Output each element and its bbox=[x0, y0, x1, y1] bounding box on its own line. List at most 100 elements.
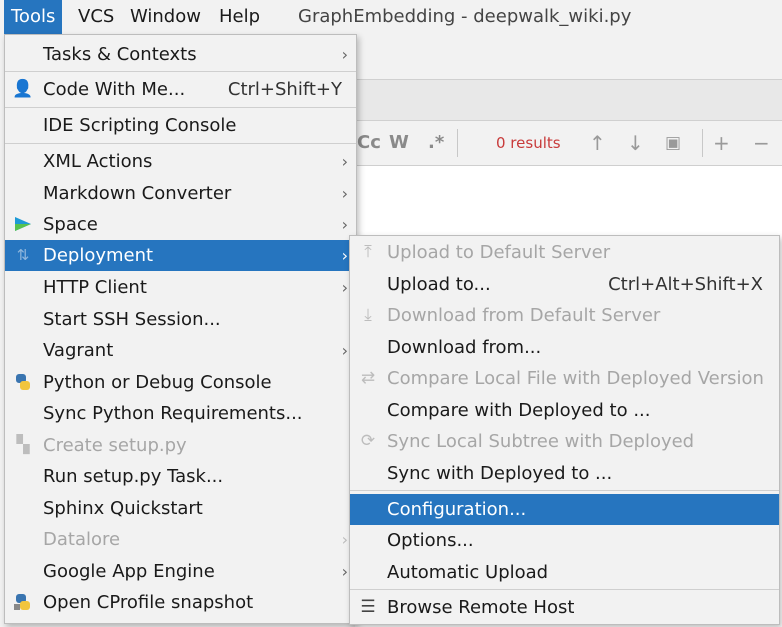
menu-item-http-client[interactable]: HTTP Client › bbox=[5, 272, 356, 303]
menu-item-sync-local-subtree: ⟳ Sync Local Subtree with Deployed bbox=[350, 426, 779, 457]
add-occurrence-icon[interactable]: + bbox=[713, 121, 730, 165]
menu-item-compare-local-file: ⇄ Compare Local File with Deployed Versi… bbox=[350, 363, 779, 394]
menu-item-label: Start SSH Session... bbox=[43, 309, 221, 330]
menu-item-label: Datalore bbox=[43, 529, 121, 550]
menu-item-label: Upload to... bbox=[387, 274, 491, 295]
menu-item-label: Code With Me... bbox=[43, 79, 186, 100]
tools-menu: Tasks & Contexts › 👤 Code With Me... Ctr… bbox=[4, 34, 357, 624]
menu-separator bbox=[5, 71, 356, 72]
menu-item-shortcut: Ctrl+Alt+Shift+X bbox=[608, 274, 763, 295]
sync-icon: ⟳ bbox=[360, 431, 376, 451]
menu-item-label: Download from... bbox=[387, 337, 542, 358]
compare-icon: ⇄ bbox=[360, 368, 376, 388]
menu-item-label: Vagrant bbox=[43, 340, 114, 361]
menu-item-space[interactable]: Space › bbox=[5, 209, 356, 240]
menu-item-upload-default-server: ⤒ Upload to Default Server bbox=[350, 237, 779, 268]
menu-item-sphinx-quickstart[interactable]: Sphinx Quickstart bbox=[5, 493, 356, 524]
menu-item-compare-with-deployed[interactable]: Compare with Deployed to ... bbox=[350, 395, 779, 426]
window-title: GraphEmbedding - deepwalk_wiki.py bbox=[298, 6, 632, 27]
profiler-icon bbox=[11, 587, 35, 622]
menu-item-open-cprofile-snapshot[interactable]: Open CProfile snapshot bbox=[5, 587, 356, 618]
python-file-icon: ▚ bbox=[16, 435, 30, 455]
match-case-toggle[interactable]: Cc bbox=[357, 121, 381, 165]
menu-help[interactable]: Help bbox=[212, 0, 267, 34]
menu-item-download-default-server: ⤓ Download from Default Server bbox=[350, 300, 779, 331]
menu-item-label: Automatic Upload bbox=[387, 562, 549, 583]
select-all-occurrences-icon[interactable]: ▣ bbox=[665, 121, 681, 165]
menu-item-label: Sphinx Quickstart bbox=[43, 498, 203, 519]
menu-item-label: Deployment bbox=[43, 245, 154, 266]
deployment-submenu: ⤒ Upload to Default Server Upload to... … bbox=[349, 235, 780, 625]
menu-item-label: Compare with Deployed to ... bbox=[387, 400, 651, 421]
menu-item-google-app-engine[interactable]: Google App Engine › bbox=[5, 556, 356, 587]
menu-item-datalore: Datalore › bbox=[5, 524, 356, 555]
ide-toolbar bbox=[355, 34, 782, 80]
menu-item-label: Tasks & Contexts bbox=[43, 44, 197, 65]
regex-toggle[interactable]: .* bbox=[428, 121, 444, 165]
menu-item-upload-to[interactable]: Upload to... Ctrl+Alt+Shift+X bbox=[350, 269, 779, 300]
submenu-arrow-icon: › bbox=[341, 246, 348, 265]
menu-item-configuration[interactable]: Configuration... bbox=[350, 494, 779, 525]
deployment-icon: ⇅ bbox=[16, 246, 30, 264]
menu-item-label: Python or Debug Console bbox=[43, 372, 272, 393]
submenu-arrow-icon: › bbox=[341, 184, 348, 203]
whole-words-toggle[interactable]: W bbox=[389, 121, 409, 165]
menu-item-ide-scripting-console[interactable]: IDE Scripting Console bbox=[5, 110, 356, 141]
menu-item-code-with-me[interactable]: 👤 Code With Me... Ctrl+Shift+Y bbox=[5, 74, 356, 105]
find-bar-divider bbox=[457, 129, 458, 157]
menu-separator bbox=[350, 490, 779, 491]
menu-window-label: Window bbox=[130, 6, 201, 27]
menu-item-browse-remote-host[interactable]: ☰ Browse Remote Host bbox=[350, 592, 779, 623]
remove-occurrence-icon[interactable]: − bbox=[753, 121, 770, 165]
submenu-arrow-icon: › bbox=[341, 562, 348, 581]
menu-item-label: Google App Engine bbox=[43, 561, 215, 582]
menu-separator bbox=[350, 589, 779, 590]
menu-item-sync-with-deployed[interactable]: Sync with Deployed to ... bbox=[350, 458, 779, 489]
menu-item-vagrant[interactable]: Vagrant › bbox=[5, 335, 356, 366]
menu-tools-label: Tools bbox=[11, 6, 56, 27]
menu-item-label: Sync Local Subtree with Deployed bbox=[387, 431, 695, 452]
next-occurrence-icon[interactable]: ↓ bbox=[627, 121, 644, 165]
menu-item-download-from[interactable]: Download from... bbox=[350, 332, 779, 363]
menu-tools[interactable]: Tools bbox=[4, 0, 63, 34]
menu-item-markdown-converter[interactable]: Markdown Converter › bbox=[5, 178, 356, 209]
menu-item-python-debug-console[interactable]: Python or Debug Console bbox=[5, 367, 356, 398]
download-icon: ⤓ bbox=[364, 305, 372, 325]
menu-item-deployment[interactable]: ⇅ Deployment › bbox=[5, 240, 356, 271]
menu-item-label: Download from Default Server bbox=[387, 305, 661, 326]
menu-window[interactable]: Window bbox=[123, 0, 208, 34]
submenu-arrow-icon: › bbox=[341, 45, 348, 64]
menu-item-label: Browse Remote Host bbox=[387, 597, 575, 618]
menu-item-label: Open CProfile snapshot bbox=[43, 592, 254, 613]
submenu-arrow-icon: › bbox=[341, 278, 348, 297]
menu-item-label: HTTP Client bbox=[43, 277, 147, 298]
menu-item-label: IDE Scripting Console bbox=[43, 115, 237, 136]
upload-icon: ⤒ bbox=[364, 242, 372, 262]
previous-occurrence-icon[interactable]: ↑ bbox=[589, 121, 606, 165]
menu-item-label: Space bbox=[43, 214, 98, 235]
python-icon bbox=[11, 367, 35, 402]
menu-item-run-setup-py-task[interactable]: Run setup.py Task... bbox=[5, 461, 356, 492]
find-bar: Cc W .* 0 results ↑ ↓ ▣ + − bbox=[355, 121, 782, 166]
submenu-arrow-icon: › bbox=[341, 152, 348, 171]
menu-vcs[interactable]: VCS bbox=[71, 0, 121, 34]
submenu-arrow-icon: › bbox=[341, 341, 348, 360]
user-icon: 👤 bbox=[12, 79, 34, 99]
menu-item-label: Run setup.py Task... bbox=[43, 466, 224, 487]
menu-item-label: Sync Python Requirements... bbox=[43, 403, 303, 424]
menu-item-create-setup-py: ▚ Create setup.py bbox=[5, 430, 356, 461]
menu-item-label: Compare Local File with Deployed Version bbox=[387, 368, 764, 389]
menu-item-tasks-contexts[interactable]: Tasks & Contexts › bbox=[5, 39, 356, 70]
menu-bar: Tools VCS Window Help GraphEmbedding - d… bbox=[0, 0, 782, 34]
menu-separator bbox=[5, 107, 356, 108]
menu-item-label: Create setup.py bbox=[43, 435, 187, 456]
menu-item-start-ssh-session[interactable]: Start SSH Session... bbox=[5, 304, 356, 335]
menu-item-options[interactable]: Options... bbox=[350, 525, 779, 556]
menu-item-label: Options... bbox=[387, 530, 474, 551]
menu-item-automatic-upload[interactable]: Automatic Upload bbox=[350, 557, 779, 588]
menu-item-label: Sync with Deployed to ... bbox=[387, 463, 613, 484]
find-bar-divider-2 bbox=[702, 129, 703, 157]
menu-item-xml-actions[interactable]: XML Actions › bbox=[5, 146, 356, 177]
menu-item-label: Markdown Converter bbox=[43, 183, 232, 204]
menu-item-sync-python-requirements[interactable]: Sync Python Requirements... bbox=[5, 398, 356, 429]
